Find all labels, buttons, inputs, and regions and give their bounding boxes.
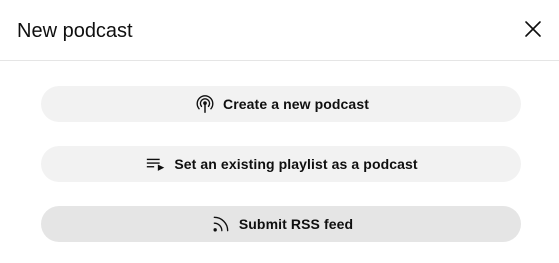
close-icon — [523, 19, 543, 44]
submit-rss-feed-button[interactable]: Submit RSS feed — [41, 206, 521, 242]
podcast-icon — [193, 92, 217, 116]
new-podcast-dialog: New podcast Create a new podcast Set an … — [0, 0, 559, 263]
set-playlist-as-podcast-button[interactable]: Set an existing playlist as a podcast — [41, 146, 521, 182]
close-button[interactable] — [518, 16, 548, 46]
rss-feed-icon — [209, 212, 233, 236]
dialog-header: New podcast — [0, 0, 559, 61]
submit-rss-feed-label: Submit RSS feed — [238, 216, 354, 232]
create-new-podcast-label: Create a new podcast — [223, 96, 369, 112]
create-new-podcast-button[interactable]: Create a new podcast — [41, 86, 521, 122]
set-playlist-as-podcast-label: Set an existing playlist as a podcast — [174, 156, 418, 172]
playlist-add-icon — [144, 152, 168, 176]
dialog-title: New podcast — [17, 20, 133, 42]
